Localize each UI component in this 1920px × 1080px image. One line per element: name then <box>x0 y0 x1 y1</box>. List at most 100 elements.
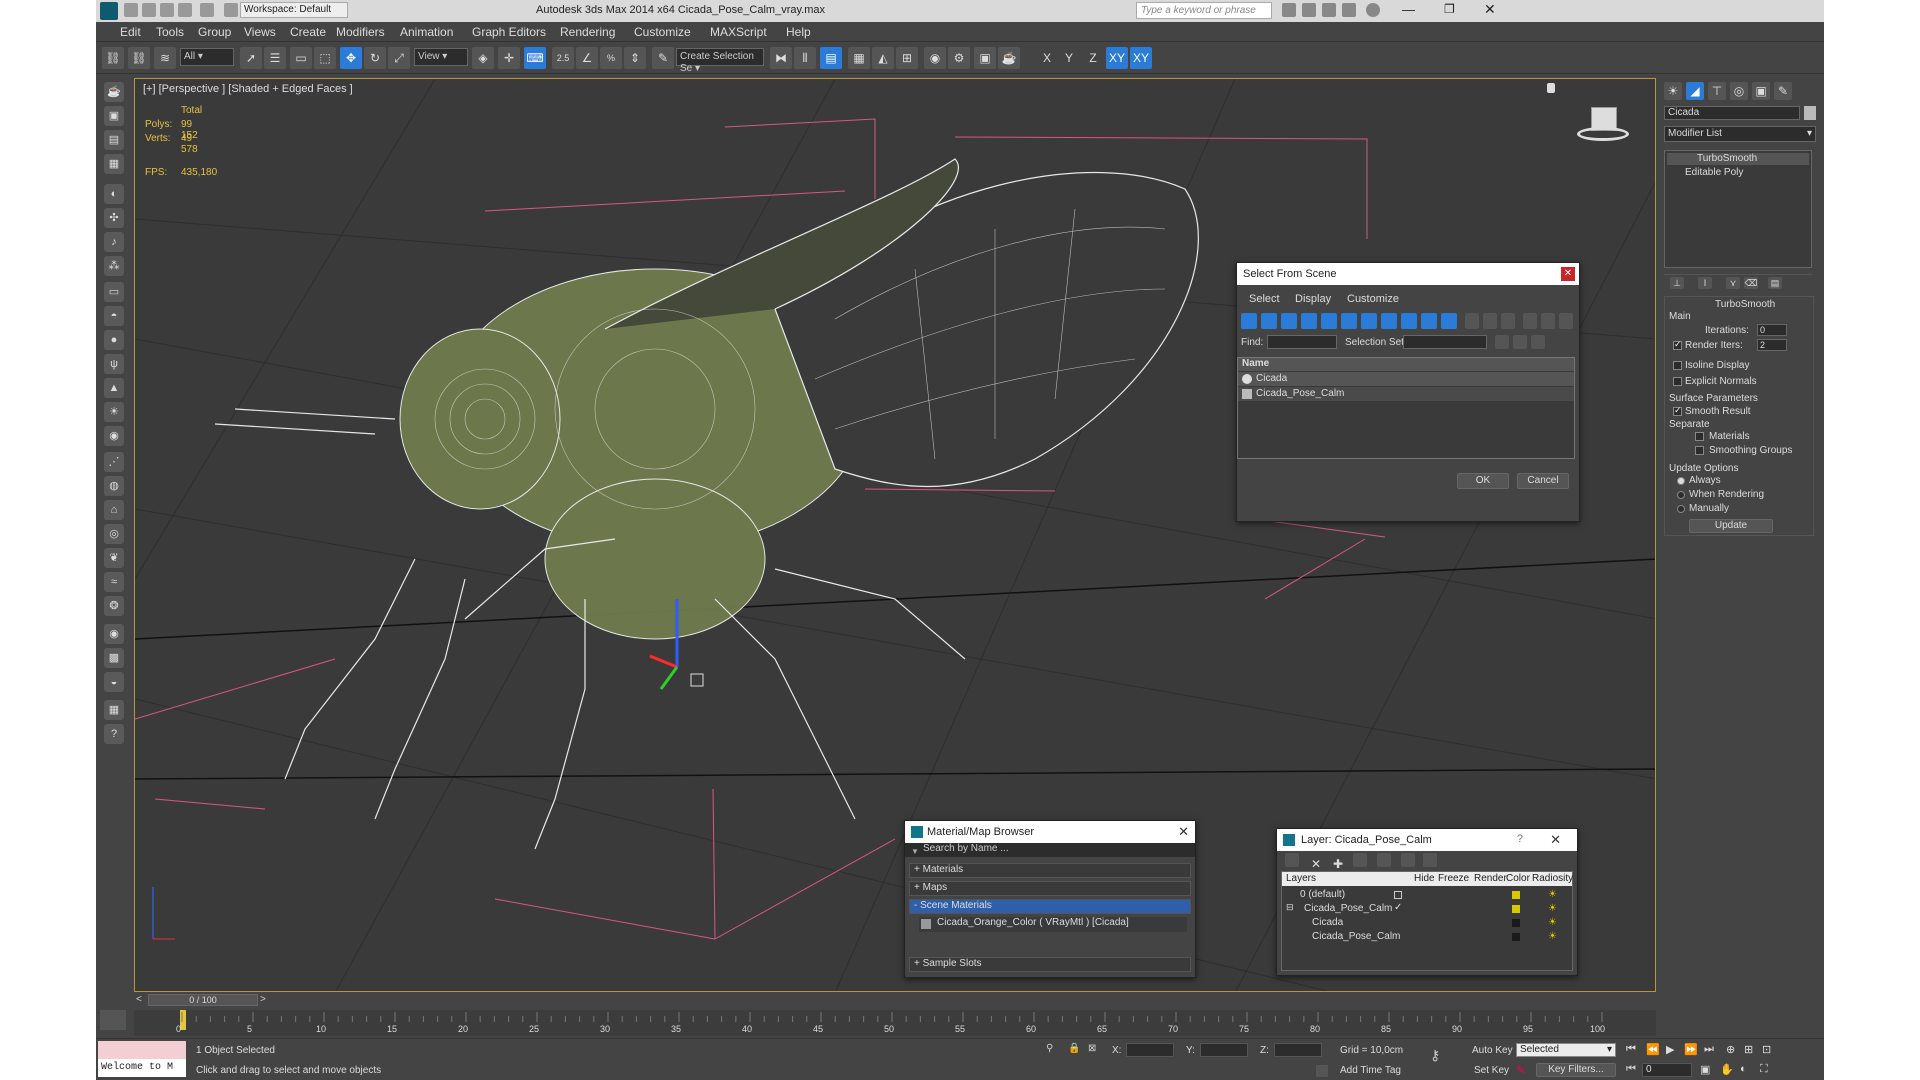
save-file-icon[interactable] <box>160 3 174 17</box>
sound-icon[interactable]: ♪ <box>104 232 124 252</box>
selection-set-dropdown[interactable] <box>1403 335 1487 349</box>
render-iters-spinner[interactable]: 2 <box>1757 339 1787 351</box>
key-filters-button[interactable]: Key Filters... <box>1536 1063 1616 1077</box>
show-end-result-icon[interactable]: Ι <box>1698 277 1712 289</box>
menu-tools[interactable]: Tools <box>156 25 184 39</box>
layer-color-swatch[interactable] <box>1512 905 1520 913</box>
filter-xrefs-icon[interactable] <box>1381 313 1397 329</box>
y-coord-field[interactable] <box>1200 1043 1248 1057</box>
menu-rendering[interactable]: Rendering <box>560 25 615 39</box>
selection-filter-dropdown[interactable]: All ▾ <box>180 48 234 66</box>
plane-icon[interactable]: ▭ <box>104 282 124 302</box>
dynamics-icon[interactable]: ◍ <box>104 476 124 496</box>
time-slider-prev-icon[interactable]: < <box>136 994 148 1006</box>
radiosity-icon[interactable]: ☀ <box>1548 889 1557 900</box>
select-in-layer-icon[interactable] <box>1353 853 1367 867</box>
radiosity-icon[interactable]: ☀ <box>1548 903 1557 914</box>
hair-icon[interactable]: ≈ <box>104 572 124 592</box>
bind-spacewarp-icon[interactable]: ≋ <box>154 47 176 69</box>
axis-x-button[interactable]: X <box>1036 47 1058 69</box>
axis-z-button[interactable]: Z <box>1082 47 1104 69</box>
separate-materials-checkbox[interactable] <box>1695 432 1704 441</box>
window-crossing-icon[interactable]: ⬚ <box>314 47 336 69</box>
maxscript-mini-listener[interactable]: Welcome to M <box>98 1059 186 1077</box>
axis-y-button[interactable]: Y <box>1058 47 1080 69</box>
render-teapot-icon[interactable]: ☕ <box>998 47 1020 69</box>
materials-section[interactable]: + Materials <box>909 863 1191 878</box>
helper-icon[interactable]: ✣ <box>104 208 124 228</box>
sphere-icon[interactable]: ● <box>104 330 124 350</box>
keyboard-shortcut-icon[interactable]: ⌨ <box>524 47 546 69</box>
explicit-normals-checkbox[interactable] <box>1673 377 1682 386</box>
select-manipulate-icon[interactable]: ✛ <box>498 47 520 69</box>
track-bar-toggle-icon[interactable] <box>100 1010 126 1030</box>
reference-coord-dropdown[interactable]: View ▾ <box>414 48 468 66</box>
select-menu-customize[interactable]: Customize <box>1347 293 1399 305</box>
new-file-icon[interactable] <box>124 3 138 17</box>
absolute-mode-icon[interactable]: ⊠ <box>1088 1043 1096 1054</box>
menu-help[interactable]: Help <box>786 25 811 39</box>
select-rotate-icon[interactable]: ↻ <box>364 47 386 69</box>
add-to-layer-icon[interactable]: ✚ <box>1331 853 1345 871</box>
select-move-icon[interactable]: ✥ <box>340 47 362 69</box>
selset-remove-icon[interactable] <box>1531 335 1545 349</box>
select-by-name-icon[interactable]: ☰ <box>264 47 286 69</box>
maxscript-listener-pink[interactable] <box>98 1041 186 1059</box>
scene-object-list[interactable]: Name Cicada Cicada_Pose_Calm <box>1237 357 1575 459</box>
snaps-toggle-icon[interactable]: 2.5 <box>552 47 574 69</box>
stack-item-turbosmooth[interactable]: TurboSmooth <box>1667 153 1809 165</box>
menu-maxscript[interactable]: MAXScript <box>710 25 767 39</box>
track-bar[interactable]: 0 5 10 15 20 25 30 35 40 45 50 55 60 65 … <box>134 1010 1656 1036</box>
axis-xy-button[interactable]: XY <box>1106 47 1128 69</box>
dome-light-icon[interactable]: ◉ <box>104 426 124 446</box>
filter-cameras-icon[interactable] <box>1301 313 1317 329</box>
zoom-extents-icon[interactable]: ⊡ <box>1762 1043 1771 1056</box>
named-selection-dropdown[interactable]: Create Selection Se ▾ <box>676 48 764 74</box>
modifier-stack[interactable]: TurboSmooth Editable Poly <box>1664 150 1812 268</box>
update-always-radio[interactable] <box>1677 477 1685 485</box>
close-icon[interactable]: ✕ <box>1484 1 1496 18</box>
layer-help-icon[interactable]: ? <box>1517 833 1523 845</box>
col-layers[interactable]: Layers <box>1286 873 1316 884</box>
select-menu-select[interactable]: Select <box>1249 293 1280 305</box>
axis-xy-lock-button[interactable]: XY <box>1130 47 1152 69</box>
maximize-icon[interactable]: ❐ <box>1444 2 1455 16</box>
filter-groups-icon[interactable] <box>1361 313 1377 329</box>
cancel-button[interactable]: Cancel <box>1517 473 1569 489</box>
link-icon[interactable]: ⛓ <box>102 47 124 69</box>
key-mode-toggle-icon[interactable]: ⏮ <box>1626 1063 1640 1077</box>
isolate-icon[interactable]: ⚲ <box>1046 1043 1053 1054</box>
layers-icon[interactable]: ▤ <box>104 130 124 150</box>
layer-color-swatch[interactable] <box>1512 919 1520 927</box>
align-icon[interactable]: ⫴ <box>794 47 816 69</box>
goto-start-icon[interactable]: ⏮ <box>1626 1043 1636 1056</box>
menu-views[interactable]: Views <box>244 25 276 39</box>
grass-icon[interactable]: ψ <box>104 354 124 374</box>
time-slider-next-icon[interactable]: > <box>260 994 272 1006</box>
select-menu-display[interactable]: Display <box>1295 293 1331 305</box>
maximize-viewport-icon[interactable]: ⛶ <box>1760 1063 1768 1076</box>
angle-snap-icon[interactable]: ∠ <box>576 47 598 69</box>
open-file-icon[interactable] <box>142 3 156 17</box>
filter-shapes-icon[interactable] <box>1261 313 1277 329</box>
object-name-field[interactable]: Cicada <box>1664 106 1800 120</box>
hierarchy-tab-icon[interactable]: ⊤ <box>1708 82 1726 100</box>
sun-icon[interactable]: ☀ <box>104 402 124 422</box>
col-radiosity[interactable]: Radiosity <box>1532 873 1573 884</box>
environment-icon[interactable]: ◒ <box>104 672 124 692</box>
iterations-spinner[interactable]: 0 <box>1757 324 1787 336</box>
light-icon[interactable]: ◐ <box>104 184 124 204</box>
help-icon[interactable] <box>1366 3 1380 17</box>
table-row[interactable]: Cicada_Pose_Calm ☀ <box>1282 930 1572 944</box>
update-when-rendering-radio[interactable] <box>1677 491 1685 499</box>
filter-lights-icon[interactable] <box>1281 313 1297 329</box>
curve-editor-icon[interactable]: ◭ <box>872 47 894 69</box>
mirror-icon[interactable]: ⧓ <box>770 47 792 69</box>
time-slider[interactable]: 0 / 100 <box>148 994 258 1006</box>
current-layer-box-icon[interactable] <box>1394 891 1402 899</box>
configure-sets-icon[interactable]: ▤ <box>1768 277 1782 289</box>
zoom-all-icon[interactable]: ⊞ <box>1744 1043 1753 1056</box>
display-tab-icon[interactable]: ▣ <box>1752 82 1770 100</box>
stack-item-editable-poly[interactable]: Editable Poly <box>1667 167 1743 178</box>
sample-slots-section[interactable]: + Sample Slots <box>909 957 1191 972</box>
